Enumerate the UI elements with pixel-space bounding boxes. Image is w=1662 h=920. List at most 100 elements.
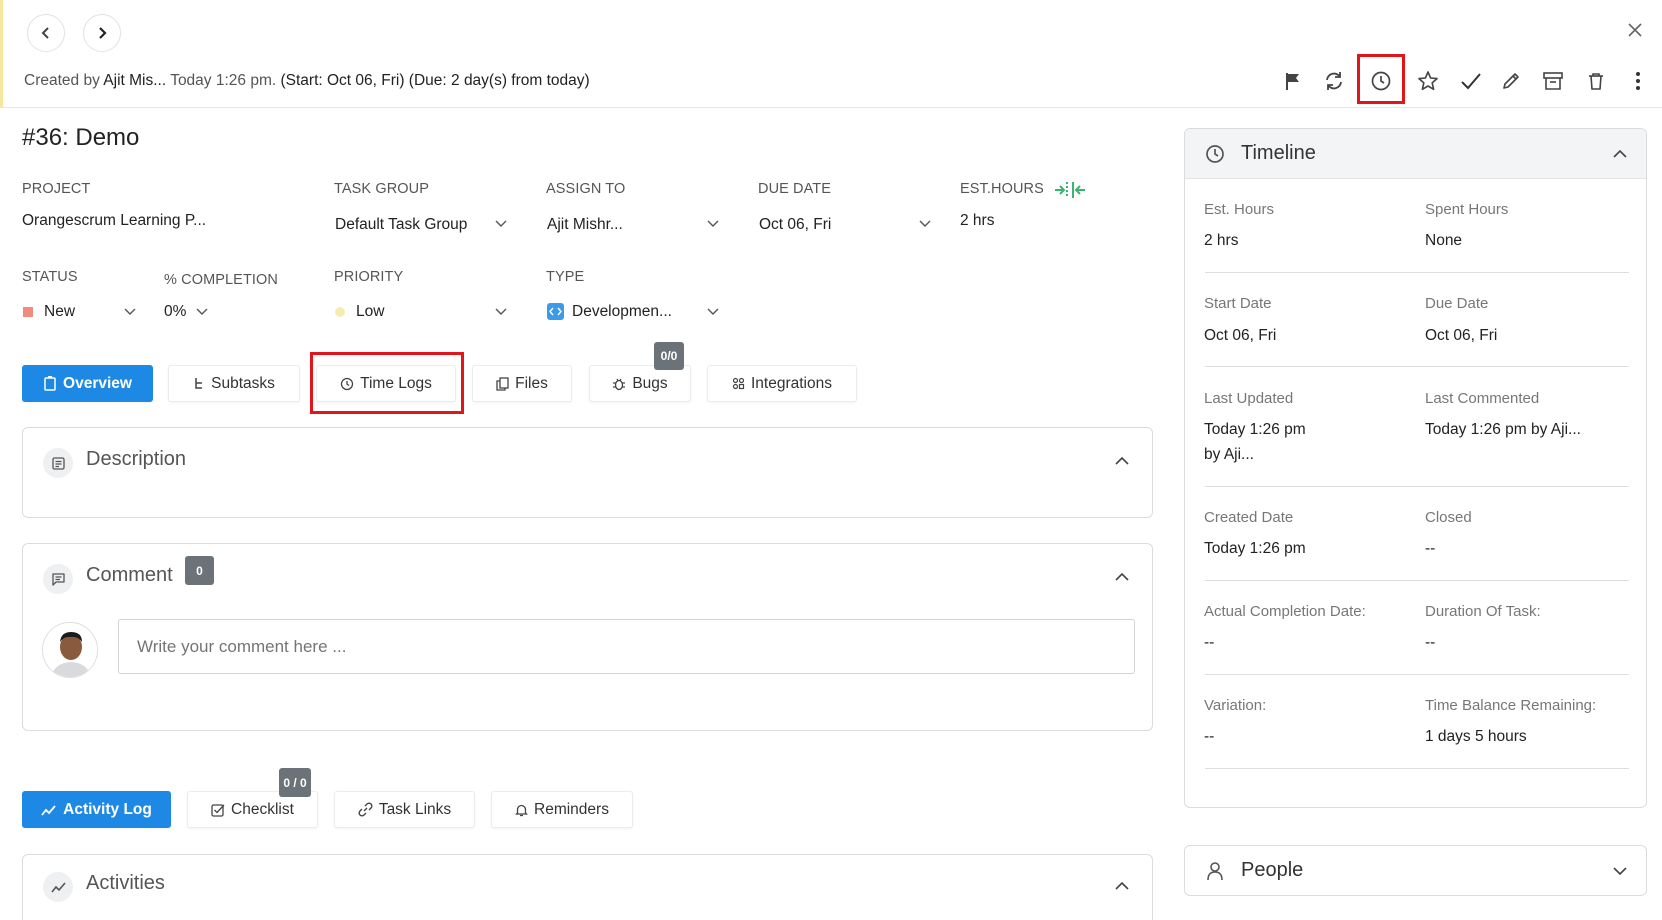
type-label: TYPE — [546, 269, 585, 285]
tab-overview[interactable]: Overview — [22, 365, 153, 402]
task-header-bar: Created by Ajit Mis... Today 1:26 pm. (S… — [0, 0, 1662, 108]
due-date-select[interactable]: Oct 06, Fri — [759, 216, 831, 234]
last-updated-by: by Aji... — [1204, 446, 1254, 463]
task-group-select[interactable]: Default Task Group — [335, 216, 467, 234]
start-date-value: Oct 06, Fri — [1204, 327, 1277, 344]
est-hours-adjust-button[interactable] — [1053, 180, 1087, 205]
priority-select[interactable]: Low — [356, 303, 384, 321]
people-panel[interactable]: People — [1184, 845, 1647, 896]
favourite-button[interactable] — [1413, 66, 1443, 96]
more-vertical-icon — [1636, 72, 1640, 90]
timeline-title: Timeline — [1241, 142, 1316, 164]
code-icon — [547, 303, 564, 320]
edit-button[interactable] — [1496, 66, 1526, 96]
variation-value: -- — [1204, 728, 1215, 745]
tab-label: Activity Log — [63, 800, 152, 818]
start-date-label: Start Date — [1204, 295, 1272, 312]
chevron-down-icon[interactable] — [196, 308, 208, 316]
created-by-user[interactable]: Ajit Mis... — [103, 72, 166, 89]
chevron-up-icon[interactable] — [1115, 881, 1129, 890]
chevron-down-icon[interactable] — [495, 308, 507, 316]
tab-integrations[interactable]: Integrations — [707, 365, 857, 402]
star-icon — [1418, 71, 1438, 91]
assign-to-select[interactable]: Ajit Mishr... — [547, 216, 623, 234]
divider — [1205, 366, 1629, 367]
description-title: Description — [86, 448, 187, 470]
due-date-label: Due Date — [1425, 295, 1489, 312]
project-label: PROJECT — [22, 181, 91, 197]
est-hours-label: Est. Hours — [1204, 201, 1275, 218]
next-task-button[interactable] — [83, 14, 121, 52]
delete-button[interactable] — [1581, 66, 1611, 96]
status-label: STATUS — [22, 269, 78, 285]
spent-hours-label: Spent Hours — [1425, 201, 1509, 218]
duration-value: -- — [1425, 634, 1436, 651]
description-icon — [43, 448, 73, 478]
closed-value: -- — [1425, 540, 1436, 557]
tab-bugs[interactable]: Bugs — [589, 365, 691, 402]
timeline-panel: Timeline Est. Hours 2 hrs Spent Hours No… — [1184, 128, 1647, 808]
activity-icon — [43, 872, 73, 902]
chevron-up-icon[interactable] — [1115, 572, 1129, 581]
assign-to-label: ASSIGN TO — [546, 181, 626, 197]
chevron-down-icon[interactable] — [124, 308, 136, 316]
activity-icon — [41, 804, 56, 816]
tab-subtasks[interactable]: Subtasks — [168, 365, 300, 402]
tab-files[interactable]: Files — [472, 365, 572, 402]
more-button[interactable] — [1623, 66, 1653, 96]
divider — [1205, 272, 1629, 273]
divider — [1205, 580, 1629, 581]
due-date-value: Oct 06, Fri — [1425, 327, 1498, 344]
divider — [1205, 486, 1629, 487]
completion-select[interactable]: 0% — [164, 303, 186, 321]
close-button[interactable] — [1623, 18, 1647, 42]
comment-input[interactable] — [118, 619, 1135, 674]
chevron-down-icon[interactable] — [495, 220, 507, 228]
comment-icon — [43, 564, 73, 594]
link-icon — [358, 802, 373, 817]
clock-icon — [1206, 145, 1224, 163]
task-group-label: TASK GROUP — [334, 181, 429, 197]
priority-label: PRIORITY — [334, 269, 404, 285]
overview-icon — [44, 376, 56, 391]
actual-completion-value: -- — [1204, 634, 1215, 651]
actual-completion-label: Actual Completion Date: — [1204, 603, 1366, 620]
previous-task-button[interactable] — [27, 14, 65, 52]
chevron-down-icon[interactable] — [1613, 867, 1627, 876]
due-date-label: DUE DATE — [758, 181, 832, 197]
expand-collapse-icon — [1055, 182, 1085, 198]
created-by-label: Created by — [24, 72, 100, 89]
people-title: People — [1241, 859, 1304, 881]
archive-button[interactable] — [1538, 66, 1568, 96]
last-updated-label: Last Updated — [1204, 390, 1294, 407]
trash-icon — [1589, 73, 1603, 90]
comment-count-badge: 0 — [185, 556, 214, 585]
chevron-down-icon[interactable] — [919, 220, 931, 228]
tab-label: Task Links — [378, 800, 452, 818]
tab-activity-log[interactable]: Activity Log — [22, 791, 171, 828]
complete-button[interactable] — [1456, 66, 1486, 96]
archive-icon — [1543, 72, 1563, 90]
tab-task-links[interactable]: Task Links — [334, 791, 475, 828]
repeat-button[interactable] — [1319, 66, 1349, 96]
chevron-up-icon[interactable] — [1115, 456, 1129, 465]
divider — [1205, 768, 1629, 769]
comment-card: Comment 0 — [22, 543, 1153, 731]
status-select[interactable]: New — [44, 303, 75, 321]
timeline-header[interactable]: Timeline — [1185, 129, 1646, 179]
chevron-down-icon[interactable] — [707, 220, 719, 228]
description-card: Description — [22, 427, 1153, 518]
chevron-down-icon[interactable] — [707, 308, 719, 316]
status-color-dot — [23, 307, 33, 317]
tab-label: Subtasks — [211, 374, 275, 392]
files-icon — [496, 376, 509, 391]
est-hours-value[interactable]: 2 hrs — [960, 212, 994, 230]
type-select[interactable]: Developmen... — [572, 303, 672, 321]
created-date-value: Today 1:26 pm — [1204, 540, 1306, 557]
checklist-icon — [211, 803, 225, 817]
completion-label: % COMPLETION — [164, 272, 278, 288]
tab-reminders[interactable]: Reminders — [491, 791, 633, 828]
chevron-up-icon[interactable] — [1613, 149, 1627, 158]
flag-button[interactable] — [1278, 66, 1308, 96]
last-commented-value: Today 1:26 pm by Aji... — [1425, 421, 1581, 438]
